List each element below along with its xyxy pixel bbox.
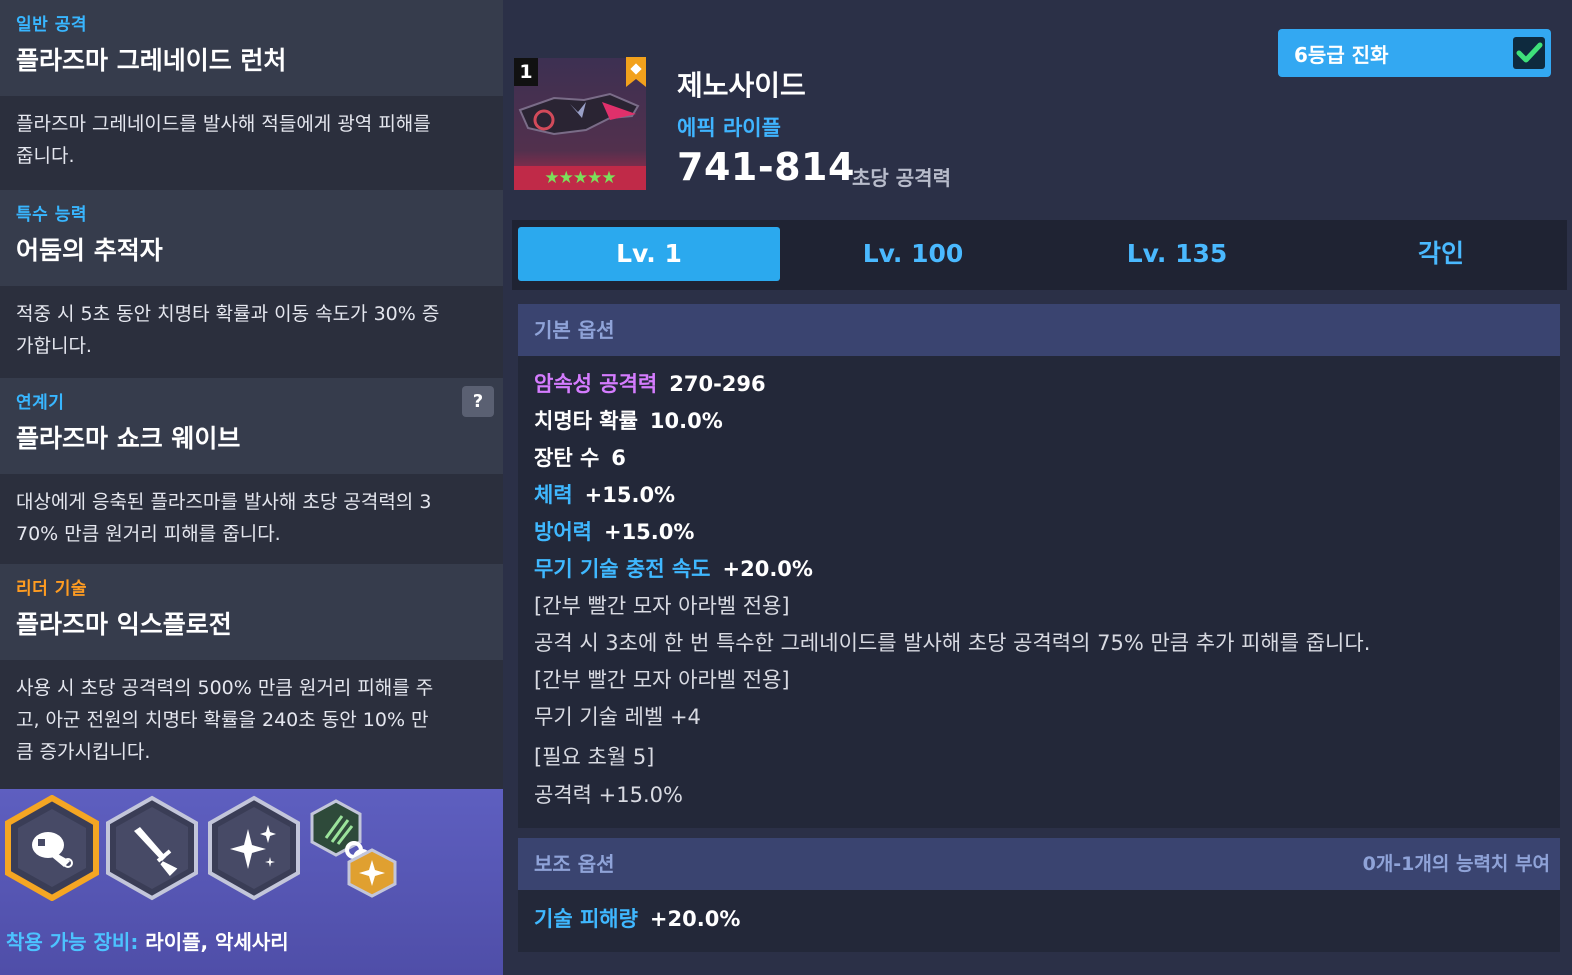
sub-options-title: 보조 옵션 [534, 852, 615, 876]
chain-skill-description: 대상에게 응축된 플라즈마를 발사해 초당 공격력의 3 70% 만큼 원거리 … [0, 474, 503, 564]
option-key: 치명타 확률 [534, 409, 638, 433]
option-value: +20.0% [722, 557, 813, 581]
evolve-toggle[interactable]: 6등급 진화 [1278, 29, 1551, 77]
equippable-gear-label: 착용 가능 장비: [6, 930, 139, 954]
sub-options-section: 보조 옵션 0개-1개의 능력치 부여 [518, 838, 1560, 952]
weapon-damage-label: 초당 공격력 [852, 166, 951, 190]
sub-options-header: 보조 옵션 0개-1개의 능력치 부여 [518, 838, 1560, 890]
tab-lv-135[interactable]: Lv. 135 [1046, 227, 1308, 281]
option-value: 270-296 [669, 372, 766, 396]
bookmark-icon[interactable] [624, 57, 648, 87]
option-row: 치명타 확률 10.0% [534, 405, 723, 435]
leader-desc-line: 고, 아군 전원의 치명타 확률을 240초 동안 10% 만 [16, 709, 429, 731]
option-transcend-requirement: [필요 초월 5] [534, 745, 655, 769]
sub-option-row: 기술 피해량 +20.0% [534, 903, 740, 933]
leader-skill-name: 플라즈마 익스플로전 [16, 610, 232, 639]
leader-skill-category: 리더 기술 [16, 579, 87, 599]
normal-attack-header: 일반 공격 플라즈마 그레네이드 런처 [0, 0, 503, 96]
option-row: 암속성 공격력 270-296 [534, 368, 766, 398]
tab-lv-100[interactable]: Lv. 100 [782, 227, 1044, 281]
option-skill-level: 무기 기술 레벨 +4 [534, 705, 701, 729]
star-badge-icon[interactable] [345, 848, 399, 898]
special-ability-description: 적중 시 5초 동안 치명타 확률과 이동 속도가 30% 증 가합니다. [0, 286, 503, 378]
option-row: 방어력 +15.0% [534, 516, 694, 546]
sword-icon[interactable] [104, 795, 200, 901]
normal-attack-category: 일반 공격 [16, 15, 87, 35]
chain-skill-header: 연계기 플라즈마 쇼크 웨이브 ? [0, 378, 503, 474]
normal-attack-name: 플라즈마 그레네이드 런처 [16, 46, 287, 75]
weapon-name: 제노사이드 [677, 69, 806, 102]
weapon-damage: 741-814 [677, 145, 855, 189]
special-ability-header: 특수 능력 어둠의 추적자 [0, 190, 503, 286]
option-exclusive-tag: [간부 빨간 모자 아라벨 전용] [534, 594, 790, 618]
option-key: 장탄 수 [534, 446, 600, 470]
equippable-gear-line: 착용 가능 장비: 라이플, 악세사리 [6, 926, 289, 955]
option-key: 암속성 공격력 [534, 372, 658, 396]
option-value: +15.0% [603, 520, 695, 544]
option-value: 10.0% [649, 409, 723, 433]
evolve-checkbox[interactable] [1513, 37, 1545, 69]
sub-option-value: +20.0% [649, 907, 741, 931]
normal-attack-desc-line: 플라즈마 그레네이드를 발사해 적들에게 광역 피해를 [16, 113, 431, 135]
weapon-slot-number: 1 [514, 58, 538, 86]
tab-lv-1[interactable]: Lv. 1 [518, 227, 780, 281]
chain-help-button[interactable]: ? [462, 386, 494, 417]
leader-skill-description: 사용 시 초당 공격력의 500% 만큼 원거리 피해를 주 고, 아군 전원의… [0, 660, 503, 789]
evolve-label: 6등급 진화 [1294, 43, 1389, 67]
equippable-gear-value: 라이플, 악세사리 [145, 930, 289, 954]
check-icon [1516, 42, 1543, 63]
leader-desc-line: 사용 시 초당 공격력의 500% 만큼 원거리 피해를 주 [16, 677, 434, 699]
tab-engrave[interactable]: 각인 [1310, 227, 1572, 281]
weapon-type: 에픽 라이플 [677, 116, 781, 140]
option-row: 무기 기술 충전 속도 +20.0% [534, 553, 813, 583]
normal-attack-desc-line: 줍니다. [16, 145, 75, 167]
option-value: 6 [611, 446, 626, 470]
option-value: +15.0% [584, 483, 676, 507]
sub-option-key: 기술 피해량 [534, 907, 638, 931]
option-row: 체력 +15.0% [534, 479, 675, 509]
chain-skill-category: 연계기 [16, 393, 65, 413]
option-key: 무기 기술 충전 속도 [534, 557, 711, 581]
sparkle-icon[interactable] [206, 795, 302, 901]
option-key: 체력 [534, 483, 573, 507]
sub-options-note: 0개-1개의 능력치 부여 [1362, 853, 1550, 875]
normal-attack-description: 플라즈마 그레네이드를 발사해 적들에게 광역 피해를 줍니다. [0, 96, 503, 190]
leader-skill-header: 리더 기술 플라즈마 익스플로전 [0, 564, 503, 660]
option-row: 장탄 수 6 [534, 442, 626, 472]
special-desc-line: 가합니다. [16, 335, 92, 357]
special-desc-line: 적중 시 5초 동안 치명타 확률과 이동 속도가 30% 증 [16, 303, 440, 325]
leader-desc-line: 큼 증가시킵니다. [16, 741, 151, 763]
basic-options-title: 기본 옵션 [518, 304, 1560, 356]
chain-skill-name: 플라즈마 쇼크 웨이브 [16, 424, 241, 453]
chain-desc-line: 대상에게 응축된 플라즈마를 발사해 초당 공격력의 3 [16, 491, 432, 513]
option-attack-bonus: 공격력 +15.0% [534, 783, 683, 807]
option-exclusive-tag: [간부 빨간 모자 아라벨 전용] [534, 668, 790, 692]
grenade-icon[interactable] [4, 795, 100, 901]
special-ability-name: 어둠의 추적자 [16, 236, 163, 265]
chain-desc-line: 70% 만큼 원거리 피해를 줍니다. [16, 523, 281, 545]
special-ability-category: 특수 능력 [16, 205, 87, 225]
option-key: 방어력 [534, 520, 592, 544]
weapon-stars: ★★★★★ [544, 168, 616, 188]
option-exclusive-effect: 공격 시 3초에 한 번 특수한 그레네이드를 발사해 초당 공격력의 75% … [534, 631, 1371, 655]
